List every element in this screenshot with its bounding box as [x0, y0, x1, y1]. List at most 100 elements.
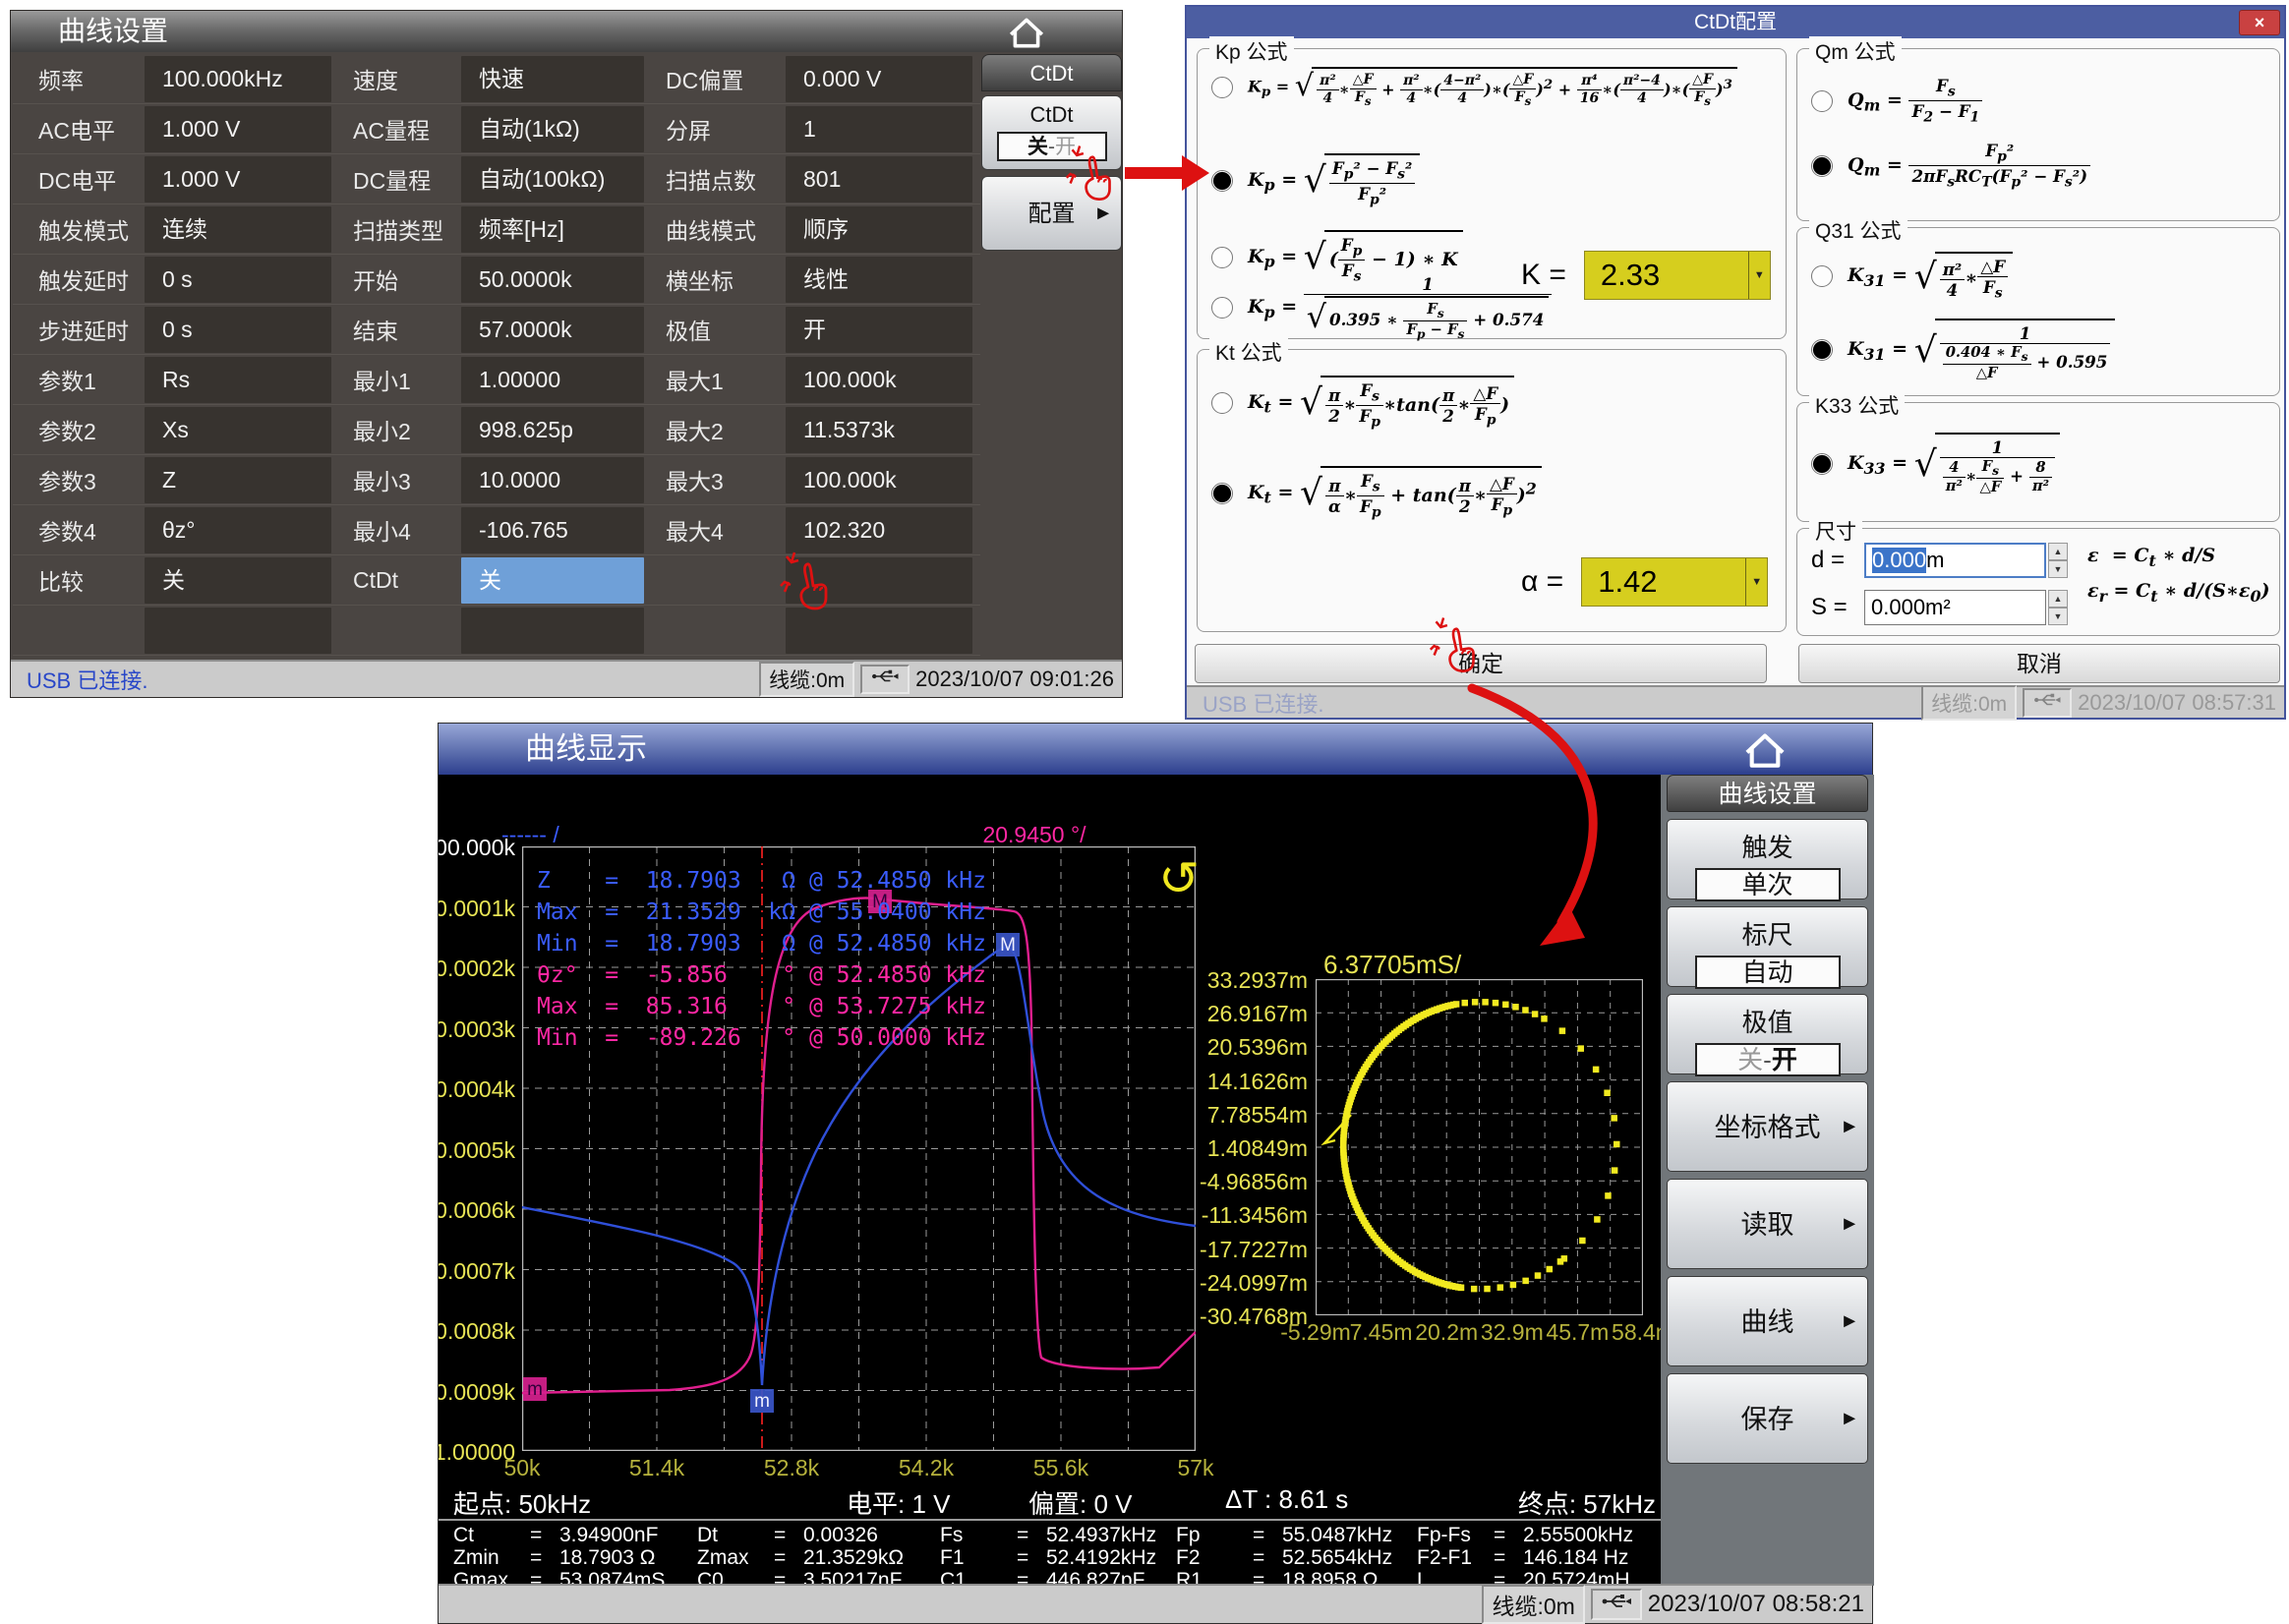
kp-option-radio[interactable] [1211, 77, 1233, 98]
q31-option-radio[interactable] [1811, 265, 1833, 287]
settings-value-cell[interactable]: 线性 [786, 257, 972, 303]
settings-label: 最小4 [339, 513, 461, 547]
legend-line: θz° = -5.856 ° @ 52.4850 kHz [537, 959, 986, 991]
dialog-status-bar: USB 已连接. 线缆:0m 2023/10/07 08:57:31 [1187, 685, 2284, 718]
kt-option-radio[interactable] [1211, 483, 1233, 504]
kp-option-radio[interactable] [1211, 170, 1233, 192]
ctdt-config-button[interactable]: 配置 ► [981, 176, 1122, 251]
settings-value-cell[interactable] [461, 608, 644, 654]
settings-label: 最大2 [652, 413, 786, 446]
settings-value-cell[interactable] [786, 608, 972, 654]
sidebar-menu-曲线[interactable]: 曲线► [1667, 1276, 1868, 1366]
settings-value-cell[interactable]: 100.000kHz [145, 56, 331, 102]
settings-value-cell[interactable]: 10.0000 [461, 457, 644, 503]
d-stepper[interactable]: ▲▼ [2048, 543, 2068, 578]
settings-value-cell[interactable]: 关 [145, 557, 331, 604]
sidebar-toggle-触发[interactable]: 触发单次 [1667, 819, 1868, 899]
sidebar-menu-坐标格式[interactable]: 坐标格式► [1667, 1081, 1868, 1172]
settings-row: 步进延时0 s结束57.0000k极值开 [13, 305, 980, 355]
settings-value-cell[interactable]: 0 s [145, 307, 331, 353]
kt-option-radio[interactable] [1211, 392, 1233, 414]
settings-value-cell[interactable]: -106.765 [461, 507, 644, 553]
settings-value-cell[interactable]: 0.000 V [786, 56, 972, 102]
settings-value-cell[interactable]: 100.000k [786, 357, 972, 403]
q31-group-label: Q31 公式 [1809, 215, 1908, 245]
settings-row: 频率100.000kHz速度快速DC偏置0.000 V [13, 54, 980, 104]
ctdt-toggle-state: 关-开 [997, 132, 1107, 161]
axis-tick-label: 40.0006k [439, 1197, 515, 1224]
sidebar-toggle-标尺[interactable]: 标尺自动 [1667, 906, 1868, 987]
settings-value-cell[interactable]: 11.5373k [786, 407, 972, 453]
q31-formula-group: Q31 公式 K31 = √π²4∗△FFsK31 = √10.404 ∗ Fs… [1796, 227, 2280, 396]
sidebar-menu-保存[interactable]: 保存► [1667, 1373, 1868, 1464]
settings-value-cell[interactable]: 自动(100kΩ) [461, 156, 644, 203]
settings-value-cell[interactable]: Rs [145, 357, 331, 403]
sidebar-menu-读取[interactable]: 读取► [1667, 1179, 1868, 1269]
settings-value-cell[interactable]: 801 [786, 156, 972, 203]
settings-value-cell[interactable]: 连续 [145, 206, 331, 253]
settings-value-cell[interactable]: 1.000 V [145, 156, 331, 203]
settings-value-cell[interactable]: 100.000k [786, 457, 972, 503]
settings-label: AC电平 [13, 112, 145, 145]
settings-value-cell[interactable]: 1.000 V [145, 106, 331, 152]
kp-group-label: Kp 公式 [1209, 36, 1294, 66]
kp-option-radio[interactable] [1211, 297, 1233, 319]
settings-label: AC量程 [339, 112, 461, 145]
settings-value-cell[interactable]: θz° [145, 507, 331, 553]
results-table: Ct=3.94900nFDt=0.00326Fs=52.4937kHzFp=55… [439, 1519, 1661, 1586]
settings-value-cell[interactable]: 开 [786, 307, 972, 353]
settings-value-cell[interactable]: 顺序 [786, 206, 972, 253]
alpha-constant-row: α = 1.42▼ [1521, 557, 1768, 607]
results-row: Ct=3.94900nFDt=0.00326Fs=52.4937kHzFp=55… [439, 1524, 1661, 1546]
settings-value-cell[interactable] [786, 557, 972, 604]
settings-row: 参数4θz°最小4-106.765最大4102.320 [13, 505, 980, 555]
settings-value-cell[interactable]: 50.0000k [461, 257, 644, 303]
close-icon[interactable]: × [2239, 10, 2280, 35]
cancel-button[interactable]: 取消 [1798, 644, 2280, 683]
settings-row: 参数2Xs最小2998.625p最大211.5373k [13, 405, 980, 455]
usb-icon [1591, 1589, 1642, 1620]
settings-value-cell[interactable]: 1 [786, 106, 972, 152]
qm-option-radio[interactable] [1811, 90, 1833, 112]
settings-value-cell[interactable]: 57.0000k [461, 307, 644, 353]
theta-scale-annotation: 20.9450 °/ [690, 822, 1379, 848]
settings-value-cell[interactable]: Xs [145, 407, 331, 453]
d-input[interactable]: 0.000m [1864, 543, 2046, 578]
cable-length-badge: 线缆:0m [1921, 685, 2017, 721]
settings-value-cell[interactable]: 998.625p [461, 407, 644, 453]
k33-formula-group: K33 公式 K33 = √14π²∗Fs△F + 8π² [1796, 402, 2280, 522]
k33-formula: K33 = √14π²∗Fs△F + 8π² [1848, 433, 2060, 495]
curve-settings-panel: 曲线设置 频率100.000kHz速度快速DC偏置0.000 VAC电平1.00… [10, 10, 1123, 698]
q31-option-radio[interactable] [1811, 339, 1833, 361]
chevron-right-icon: ► [1840, 1276, 1859, 1366]
ctdt-toggle-button[interactable]: CtDt 关-开 [981, 95, 1122, 170]
qm-option-radio[interactable] [1811, 155, 1833, 177]
settings-value-cell[interactable]: 关 [461, 557, 644, 604]
settings-value-cell[interactable]: 频率[Hz] [461, 206, 644, 253]
k33-option-radio[interactable] [1811, 453, 1833, 475]
home-icon[interactable] [1742, 728, 1788, 772]
settings-value-cell[interactable]: 1.00000 [461, 357, 644, 403]
s-stepper[interactable]: ▲▼ [2048, 590, 2068, 625]
settings-value-cell[interactable]: 快速 [461, 56, 644, 102]
settings-value-cell[interactable]: Z [145, 457, 331, 503]
axis-tick-label: -17.7227m [1192, 1237, 1308, 1263]
ctdt-config-dialog: CtDt配置 × Kp 公式 Kp = √π²4∗△FFs + π²4∗(4−π… [1185, 5, 2286, 720]
curve-display-panel: 曲线显示 ------ / 20.9450 °/ mmMM Z = 18.790… [438, 723, 1873, 1624]
settings-value-cell[interactable]: 102.320 [786, 507, 972, 553]
alpha-value-combo[interactable]: 1.42▼ [1581, 557, 1768, 607]
chevron-right-icon: ► [1093, 176, 1113, 251]
sidebar-toggle-极值[interactable]: 极值关-开 [1667, 994, 1868, 1074]
s-input[interactable]: 0.000m² [1864, 590, 2046, 625]
svg-text:M: M [1000, 935, 1016, 956]
ok-button[interactable]: 确定 [1195, 644, 1767, 683]
settings-value-cell[interactable]: 0 s [145, 257, 331, 303]
home-icon[interactable] [1006, 14, 1047, 51]
kp-option-radio[interactable] [1211, 247, 1233, 268]
chevron-right-icon: ► [1840, 1081, 1859, 1172]
settings-value-cell[interactable] [145, 608, 331, 654]
k-value-combo[interactable]: 2.33▼ [1584, 251, 1771, 300]
axis-tick-label: 57k [1156, 1455, 1235, 1481]
settings-value-cell[interactable]: 自动(1kΩ) [461, 106, 644, 152]
qm-formula-group: Qm 公式 Qm = FsF2 − F1Qm = Fp²2πFsRCT(Fp² … [1796, 48, 2280, 221]
